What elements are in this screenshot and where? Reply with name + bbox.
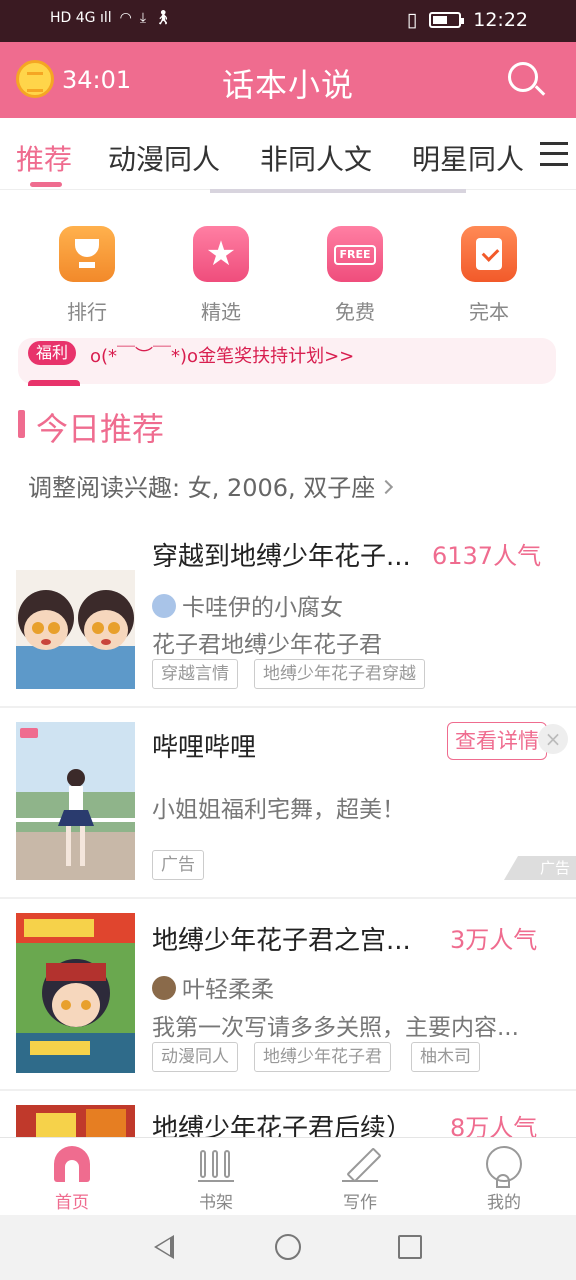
ad-mark: 广告 bbox=[504, 856, 576, 880]
free-badge-text: FREE bbox=[334, 245, 376, 265]
notice-text[interactable]: o(*￣︶￣*)o金笔奖扶持计划>> bbox=[90, 342, 354, 368]
system-navigation-bar bbox=[0, 1215, 576, 1280]
book-tag[interactable]: 柚木司 bbox=[411, 1042, 480, 1072]
book-cover[interactable] bbox=[16, 913, 135, 1073]
menu-icon[interactable] bbox=[540, 142, 568, 166]
view-details-button[interactable]: 查看详情 bbox=[447, 722, 547, 760]
nav-bookshelf[interactable]: 书架 bbox=[176, 1146, 256, 1213]
star-icon bbox=[193, 226, 249, 282]
nav-profile[interactable]: 我的 bbox=[464, 1146, 544, 1213]
tab-original[interactable]: 非同人文 bbox=[260, 138, 372, 178]
banner-edge bbox=[210, 189, 466, 193]
nav-label: 写作 bbox=[343, 1193, 377, 1213]
tab-recommend[interactable]: 推荐 bbox=[16, 138, 72, 178]
ad-description: 小姐姐福利宅舞，超美！ bbox=[152, 797, 405, 823]
nav-label: 我的 bbox=[487, 1193, 521, 1213]
vibrate-icon: ▯ bbox=[406, 9, 418, 31]
book-cover[interactable] bbox=[16, 570, 135, 689]
nav-write[interactable]: 写作 bbox=[320, 1146, 400, 1213]
quick-entry-label: 免费 bbox=[335, 300, 375, 324]
category-tabs: 推荐 动漫同人 非同人文 明星同人 bbox=[0, 118, 576, 190]
cover-illustration bbox=[16, 1105, 135, 1137]
quick-entry-free[interactable]: FREE 免费 bbox=[315, 226, 395, 325]
status-bar: HD 4G ıll ◠ ⤓ 🚶︎ ▯ 12:22 bbox=[0, 0, 576, 42]
home-icon bbox=[54, 1146, 90, 1182]
close-icon[interactable]: × bbox=[538, 724, 568, 754]
cover-illustration bbox=[16, 570, 135, 689]
book-description: 我第一次写请多多关照，主要内容... bbox=[152, 1015, 519, 1041]
cover-illustration bbox=[16, 913, 135, 1073]
chevron-right-icon bbox=[379, 479, 394, 495]
back-icon[interactable] bbox=[154, 1235, 174, 1259]
book-tag[interactable]: 动漫同人 bbox=[152, 1042, 238, 1072]
home-button-icon[interactable] bbox=[275, 1234, 301, 1260]
author-avatar bbox=[152, 976, 176, 1000]
ad-illustration bbox=[16, 722, 135, 880]
free-badge-icon: FREE bbox=[327, 226, 383, 282]
clock: 12:22 bbox=[473, 9, 528, 31]
wifi-icon: ◠ bbox=[119, 10, 132, 26]
book-tag[interactable]: 穿越言情 bbox=[152, 659, 238, 689]
quick-entry-label: 排行 bbox=[67, 300, 107, 324]
ad-title[interactable]: 哔哩哔哩 bbox=[152, 727, 256, 764]
signal-indicators: HD 4G ıll bbox=[50, 10, 112, 26]
walk-icon: 🚶︎ bbox=[154, 10, 172, 26]
divider bbox=[0, 897, 576, 899]
search-icon[interactable] bbox=[508, 62, 538, 92]
quick-entry-label: 完本 bbox=[469, 300, 509, 324]
author-name: 叶轻柔柔 bbox=[182, 977, 274, 1003]
status-right: ▯ 12:22 bbox=[407, 9, 528, 31]
author[interactable]: 卡哇伊的小腐女 bbox=[152, 588, 343, 622]
app-title: 话本小说 bbox=[221, 66, 354, 104]
app-header: 34:01 话本小说 bbox=[0, 42, 576, 118]
quick-entry-label: 精选 bbox=[201, 300, 241, 324]
profile-icon bbox=[486, 1146, 522, 1188]
nav-home[interactable]: 首页 bbox=[32, 1146, 112, 1213]
popularity: 3万人气 bbox=[450, 926, 538, 954]
bottom-navigation: 首页 书架 写作 我的 bbox=[0, 1137, 576, 1215]
book-title[interactable]: 地缚少年花子君之宫... bbox=[152, 920, 411, 957]
author-name: 卡哇伊的小腐女 bbox=[182, 595, 343, 621]
quick-entry-rank[interactable]: 排行 bbox=[47, 226, 127, 325]
book-tag[interactable]: 地缚少年花子君 bbox=[254, 1042, 391, 1072]
book-tag[interactable]: 地缚少年花子君穿越 bbox=[254, 659, 425, 689]
next-notice-tag bbox=[28, 380, 80, 386]
interest-settings-link[interactable]: 调整阅读兴趣: 女, 2006, 双子座 bbox=[28, 468, 394, 503]
welfare-notice[interactable]: 福利 o(*￣︶￣*)o金笔奖扶持计划>> bbox=[18, 338, 556, 386]
battery-icon bbox=[429, 12, 465, 28]
book-description: 花子君地缚少年花子君 bbox=[152, 632, 382, 658]
bookshelf-icon bbox=[198, 1146, 234, 1182]
author-avatar bbox=[152, 594, 176, 618]
divider bbox=[0, 706, 576, 708]
quick-entry-featured[interactable]: 精选 bbox=[181, 226, 261, 325]
interest-text: 调整阅读兴趣: 女, 2006, 双子座 bbox=[28, 474, 376, 502]
author[interactable]: 叶轻柔柔 bbox=[152, 970, 274, 1004]
nav-label: 书架 bbox=[199, 1193, 233, 1213]
tab-anime-fanfic[interactable]: 动漫同人 bbox=[108, 138, 220, 178]
divider bbox=[0, 1089, 576, 1091]
section-marker bbox=[18, 410, 25, 438]
section-title: 今日推荐 bbox=[36, 410, 165, 448]
tab-celebrity-fanfic[interactable]: 明星同人 bbox=[412, 138, 524, 178]
active-tab-indicator bbox=[30, 182, 62, 187]
recent-apps-icon[interactable] bbox=[398, 1235, 422, 1259]
quick-entry-completed[interactable]: 完本 bbox=[449, 226, 529, 325]
notice-tag: 福利 bbox=[28, 341, 77, 365]
status-indicators: HD 4G ıll ◠ ⤓ 🚶︎ bbox=[50, 10, 172, 26]
ad-tag: 广告 bbox=[152, 850, 204, 880]
trophy-icon bbox=[59, 226, 115, 282]
ad-image[interactable] bbox=[16, 722, 135, 880]
checked-book-icon bbox=[461, 226, 517, 282]
pen-icon bbox=[342, 1146, 378, 1182]
nav-label: 首页 bbox=[55, 1193, 89, 1213]
book-cover[interactable] bbox=[16, 1105, 135, 1137]
popularity: 6137人气 bbox=[432, 542, 542, 570]
download-icon: ⤓ bbox=[139, 10, 147, 26]
book-title[interactable]: 穿越到地缚少年花子... bbox=[152, 536, 411, 573]
